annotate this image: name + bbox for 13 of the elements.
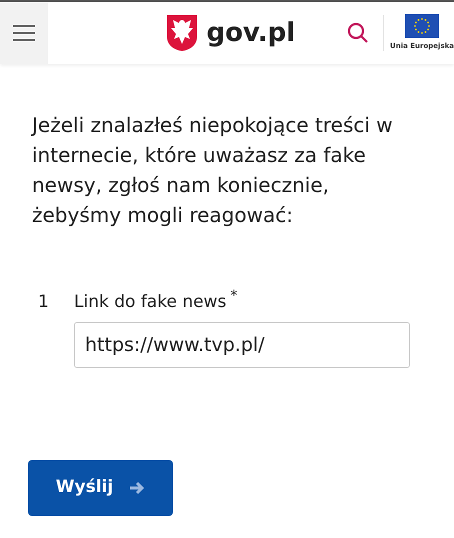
arrow-icon [129, 480, 146, 494]
link-field[interactable]: https://www.tvp.pl/ [74, 322, 410, 368]
required-mark: * [230, 287, 238, 306]
search-icon [347, 22, 370, 44]
logo-text: gov.pl [206, 20, 296, 46]
menu-icon [13, 25, 36, 41]
eu-flag-icon [405, 14, 440, 38]
intro-text: Jeżeli znalazłeś niepokojące treści w internecie, które uważasz za fake newsy, zgłoś nam koniecznie, żebyśmy mogli reagować: [32, 112, 394, 229]
field-label: Link do fake news [74, 291, 226, 314]
question-number: 1 [38, 291, 50, 314]
submit-button[interactable]: Wyślij [28, 460, 173, 516]
menu-button[interactable] [0, 2, 48, 64]
emblem-icon [166, 14, 198, 52]
